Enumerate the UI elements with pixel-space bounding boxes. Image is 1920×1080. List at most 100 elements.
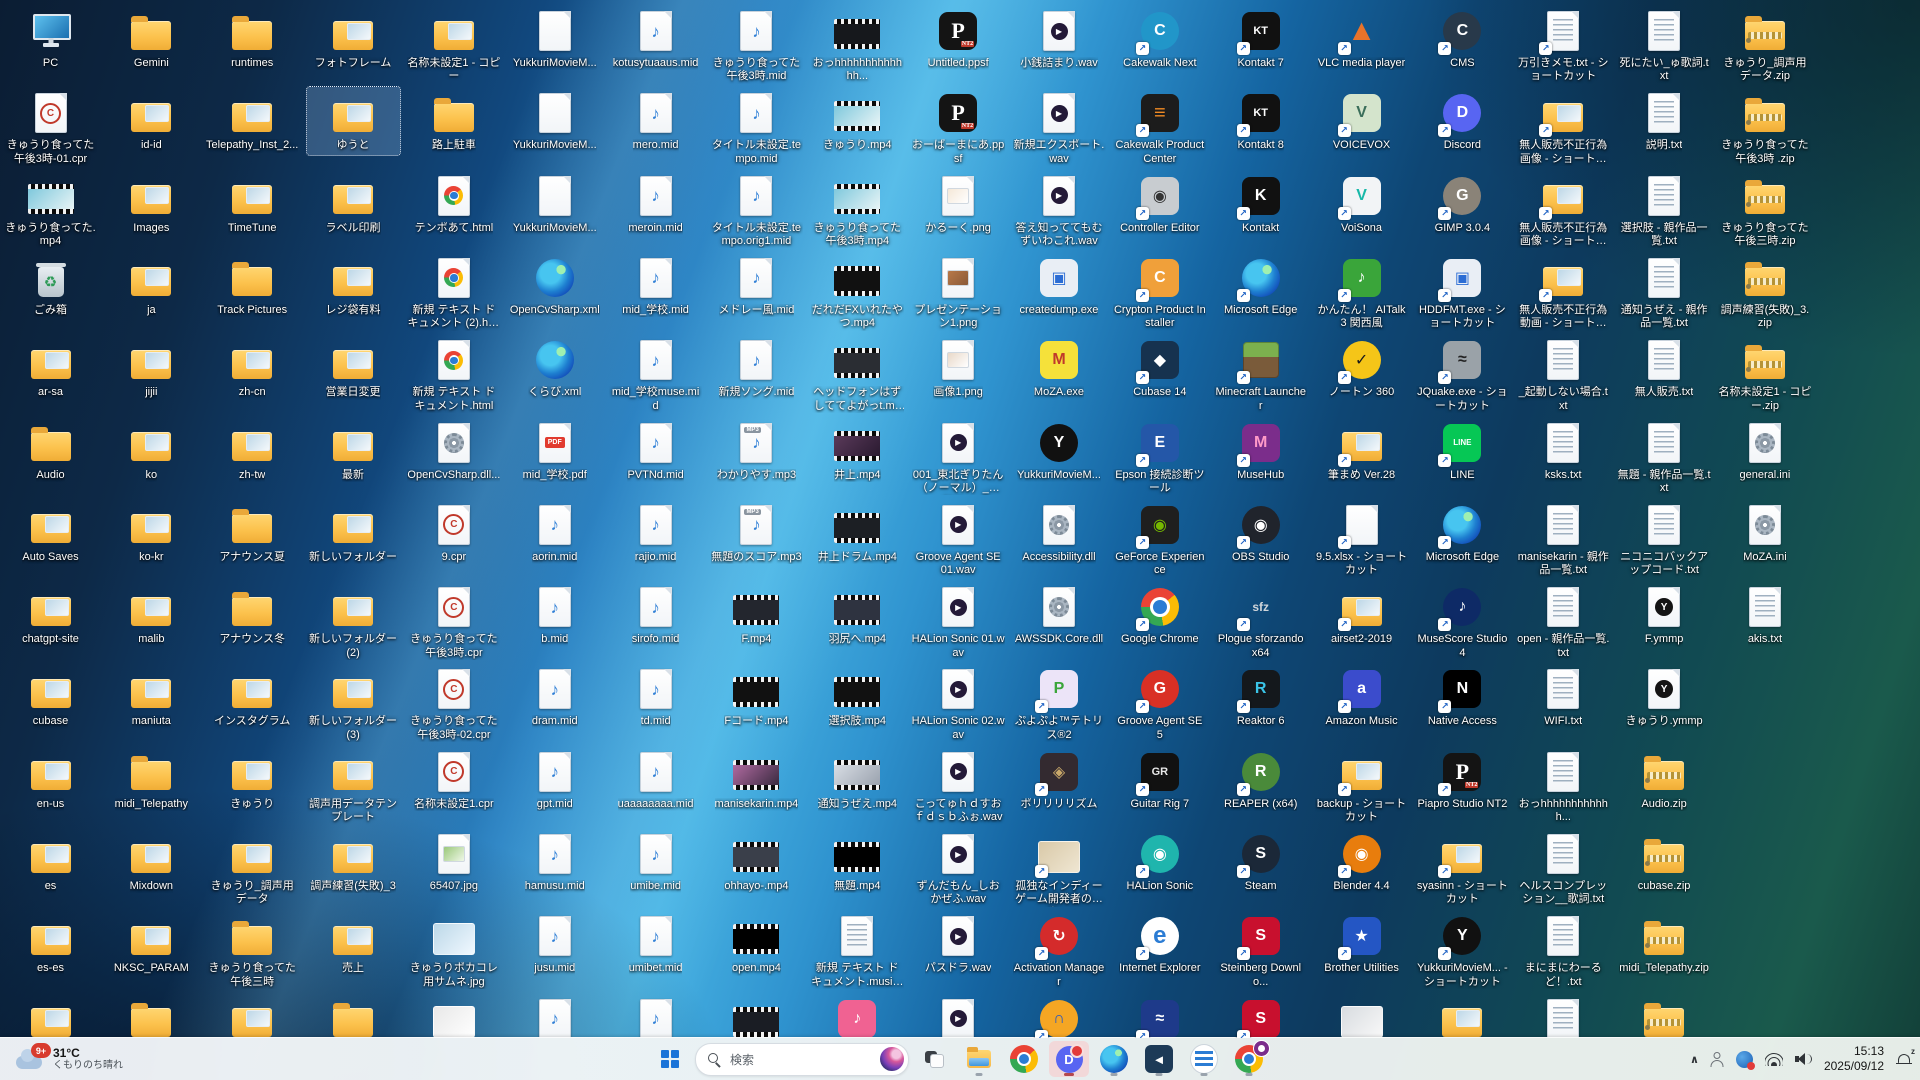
desktop-icon[interactable] — [206, 993, 299, 1038]
desktop-icon[interactable]: Accessibility.dll — [1013, 499, 1106, 566]
desktop-icon[interactable]: manisekarin.mp4 — [710, 746, 803, 813]
desktop-icon[interactable]: ♪ dram.mid — [508, 663, 601, 730]
desktop-icon[interactable]: ↗ backup - ショートカット — [1315, 746, 1408, 827]
desktop-icon[interactable]: 調声練習(失敗)_3.zip — [1718, 252, 1811, 333]
desktop-icon[interactable]: ↗無人販売不正行為画像 - ショートカット — [1517, 170, 1610, 251]
desktop-icon[interactable]: アナウンス夏 — [206, 499, 299, 566]
desktop-icon[interactable]: ニコニコバックアップコード.txt — [1618, 499, 1711, 580]
desktop-icon[interactable]: 65407.jpg — [407, 828, 500, 895]
desktop-icon[interactable]: en-us — [4, 746, 97, 813]
desktop-icon[interactable]: a ↗ Amazon Music — [1315, 663, 1408, 730]
desktop-icon[interactable]: OpenCvSharp.xml — [508, 252, 601, 319]
edge-button[interactable] — [1094, 1041, 1134, 1077]
desktop-icon[interactable]: Auto Saves — [4, 499, 97, 566]
desktop-icon[interactable]: C ↗ Crypton Product Installer — [1113, 252, 1206, 333]
desktop-icon[interactable]: ◆ ↗ Cubase 14 — [1113, 334, 1206, 401]
desktop-icon[interactable]: ◉ ↗ OBS Studio — [1214, 499, 1307, 566]
desktop-icon[interactable]: ♪ jusu.mid — [508, 910, 601, 977]
desktop-icon[interactable]: zh-tw — [206, 417, 299, 484]
desktop-icon[interactable]: midi_Telepathy — [105, 746, 198, 813]
desktop-icon[interactable]: 通知うぜえ.mp4 — [811, 746, 904, 813]
desktop-icon[interactable]: レジ袋有料 — [307, 252, 400, 319]
desktop-icon[interactable]: くらび.xml — [508, 334, 601, 401]
desktop-icon[interactable]: ↗ 9.5.xlsx - ショートカット — [1315, 499, 1408, 580]
desktop-icon[interactable]: ♪ mero.mid — [609, 87, 702, 154]
desktop-icon[interactable]: 無題 - 親作品一覧.txt — [1618, 417, 1711, 498]
desktop-icon[interactable]: PDF mid_学校.pdf — [508, 417, 601, 484]
tray-clock[interactable]: 15:13 2025/09/12 — [1824, 1044, 1884, 1074]
desktop-icon[interactable]: AWSSDK.Core.dll — [1013, 581, 1106, 648]
desktop-icon[interactable]: ♪ td.mid — [609, 663, 702, 730]
desktop-icon[interactable]: MP3 ♪ わかりやす.mp3 — [710, 417, 803, 484]
desktop-icon[interactable]: ▶ ずんだもん_しおかぜふ.wav — [912, 828, 1005, 909]
desktop-icon[interactable]: ksks.txt — [1517, 417, 1610, 484]
desktop-icon[interactable]: F.mp4 — [710, 581, 803, 648]
desktop-icon[interactable]: ♪ mid_学校.mid — [609, 252, 702, 319]
desktop-icon[interactable]: ↗ Microsoft Edge — [1214, 252, 1307, 319]
desktop-icon[interactable]: NKSC_PARAM — [105, 910, 198, 977]
desktop-icon[interactable]: ♻ ごみ箱 — [4, 252, 97, 319]
desktop-icon[interactable] — [1315, 993, 1408, 1038]
desktop-icon[interactable]: きゅうり — [206, 746, 299, 813]
desktop-icon[interactable]: ラベル印刷 — [307, 170, 400, 237]
desktop-icon[interactable]: フォトフレーム — [307, 5, 400, 72]
cubase-button[interactable]: ◄ — [1139, 1041, 1179, 1077]
desktop-icon[interactable]: 死にたい_ゅ歌詞.txt — [1618, 5, 1711, 86]
desktop-icon[interactable]: malib — [105, 581, 198, 648]
desktop-icon[interactable]: ↗ Microsoft Edge — [1416, 499, 1509, 566]
desktop-icon[interactable]: きゅうり_調声用データ — [206, 828, 299, 909]
desktop-icon[interactable]: きゅうりポカコレ用サムネ.jpg — [407, 910, 500, 991]
desktop-icon[interactable]: ♪ メドレー風.mid — [710, 252, 803, 319]
desktop-icon[interactable]: 調声用データテンプレート — [307, 746, 400, 827]
desktop-icon[interactable]: ar-sa — [4, 334, 97, 401]
desktop-icon[interactable]: cubase — [4, 663, 97, 730]
desktop-icon[interactable]: P NT2 ↗ Piapro Studio NT2 — [1416, 746, 1509, 813]
desktop-icon[interactable]: ♪ aorin.mid — [508, 499, 601, 566]
desktop-icon[interactable]: Y F.ymmp — [1618, 581, 1711, 648]
desktop-icon[interactable]: ♪ rajio.mid — [609, 499, 702, 566]
desktop-icon[interactable]: _起動しない場合.txt — [1517, 334, 1610, 415]
desktop-icon[interactable]: YukkuriMovieM... — [508, 87, 601, 154]
desktop-icon[interactable]: 説明.txt — [1618, 87, 1711, 154]
desktop-icon[interactable]: ≈ ↗ — [1113, 993, 1206, 1038]
desktop-icon[interactable]: open.mp4 — [710, 910, 803, 977]
desktop-icon[interactable]: M ↗ MuseHub — [1214, 417, 1307, 484]
desktop-icon[interactable]: ♪ — [609, 993, 702, 1038]
volume-icon[interactable] — [1794, 1052, 1812, 1066]
desktop-icon[interactable]: かるーく.png — [912, 170, 1005, 237]
desktop-icon[interactable]: ✓ ↗ ノートン 360 — [1315, 334, 1408, 401]
desktop-icon[interactable]: ▶ こってゅｈｄすおｆｄｓｂふぉ.wav — [912, 746, 1005, 827]
desktop-icon[interactable]: cubase.zip — [1618, 828, 1711, 895]
desktop-icon[interactable]: ja — [105, 252, 198, 319]
desktop-icon[interactable]: インスタグラム — [206, 663, 299, 730]
desktop-icon[interactable]: ↗ airset2-2019 — [1315, 581, 1408, 648]
desktop-icon[interactable]: ▲ ↗ VLC media player — [1315, 5, 1408, 72]
desktop-icon[interactable]: C 名称未設定1.cpr — [407, 746, 500, 813]
desktop-icon[interactable]: ♪ uaaaaaaaa.mid — [609, 746, 702, 813]
desktop-icon[interactable]: ↗ Minecraft Launcher — [1214, 334, 1307, 415]
desktop-icon[interactable]: C 9.cpr — [407, 499, 500, 566]
desktop-icon[interactable]: ↗ 孤独なインディーゲーム開発者の一生 ... — [1013, 828, 1106, 909]
desktop-icon[interactable]: ▶ — [912, 993, 1005, 1038]
desktop-icon[interactable]: まにまにわーるど！.txt — [1517, 910, 1610, 991]
desktop-icon[interactable]: runtimes — [206, 5, 299, 72]
desktop-icon[interactable]: 無題.mp4 — [811, 828, 904, 895]
desktop-icon[interactable]: C きゅうり食ってた午後3時-02.cpr — [407, 663, 500, 744]
desktop-icon[interactable]: Fコード.mp4 — [710, 663, 803, 730]
desktop-icon[interactable]: ♪ — [811, 993, 904, 1038]
desktop-icon[interactable]: 羽尻へ.mp4 — [811, 581, 904, 648]
desktop-icon[interactable]: ▣ createdump.exe — [1013, 252, 1106, 319]
desktop-icon[interactable]: midi_Telepathy.zip — [1618, 910, 1711, 977]
desktop-icon[interactable]: ★ ↗ Brother Utilities — [1315, 910, 1408, 977]
desktop-icon[interactable]: K ↗ Kontakt — [1214, 170, 1307, 237]
desktop-icon[interactable]: ↗ syasinn - ショートカット — [1416, 828, 1509, 909]
desktop-icon[interactable]: GR ↗ Guitar Rig 7 — [1113, 746, 1206, 813]
desktop-icon[interactable]: おっhhhhhhhhhhhh... — [1517, 746, 1610, 827]
desktop-icon[interactable] — [307, 993, 400, 1038]
desktop-icon[interactable]: TimeTune — [206, 170, 299, 237]
desktop-icon[interactable]: ヘッドフォンはずしててよがっt.mp4 — [811, 334, 904, 415]
desktop-icon[interactable]: Mixdown — [105, 828, 198, 895]
desktop-icon[interactable]: MoZA.ini — [1718, 499, 1811, 566]
desktop-icon[interactable]: 画像1.png — [912, 334, 1005, 401]
desktop-icon[interactable]: きゅうり食ってた.mp4 — [4, 170, 97, 251]
